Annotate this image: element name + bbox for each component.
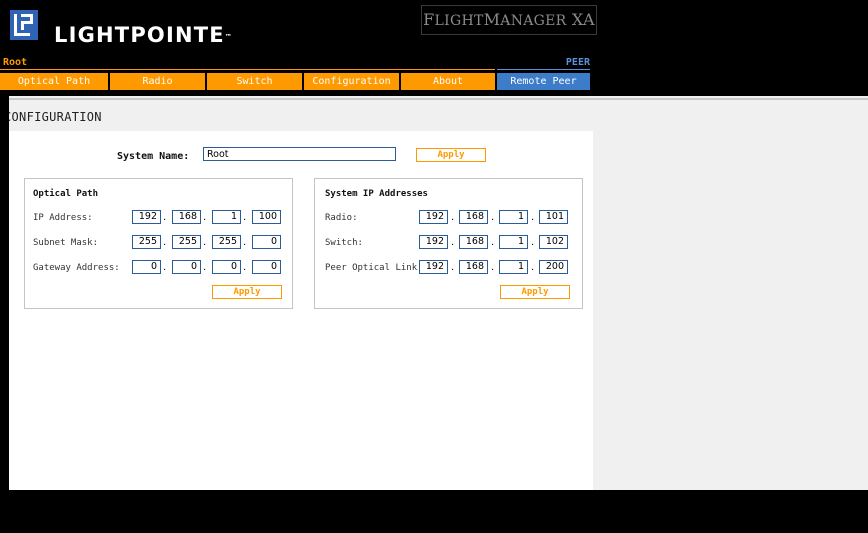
peer-label: PEER (565, 57, 590, 68)
header-divider (0, 98, 868, 100)
footer-left (0, 490, 9, 533)
tab-switch[interactable]: Switch (207, 73, 302, 90)
peer-link-octet-2[interactable]: 168 (459, 260, 488, 274)
gateway-octet-1[interactable]: 0 (132, 260, 161, 274)
tab-configuration[interactable]: Configuration (304, 73, 399, 90)
octet-dot: . (451, 262, 455, 273)
footer-bar (9, 490, 868, 533)
peer-optical-link-label: Peer Optical Link: (325, 263, 423, 273)
ip-address-octet-4[interactable]: 100 (252, 210, 281, 224)
octet-dot: . (451, 212, 455, 223)
octet-dot: . (531, 212, 535, 223)
radio-ip-octet-4[interactable]: 101 (539, 210, 568, 224)
octet-dot: . (491, 237, 495, 248)
octet-dot: . (163, 212, 167, 223)
subnet-mask-label: Subnet Mask: (33, 238, 99, 248)
octet-dot: . (203, 212, 207, 223)
octet-dot: . (203, 262, 207, 273)
radio-ip-octet-2[interactable]: 168 (459, 210, 488, 224)
octet-dot: . (531, 237, 535, 248)
tab-remote-peer[interactable]: Remote Peer (497, 73, 590, 90)
gateway-address-label: Gateway Address: (33, 263, 120, 273)
octet-dot: . (243, 212, 247, 223)
switch-ip-octet-1[interactable]: 192 (419, 235, 448, 249)
switch-ip-label: Switch: (325, 238, 363, 248)
tab-about[interactable]: About (401, 73, 495, 90)
ip-address-octet-1[interactable]: 192 (132, 210, 161, 224)
gateway-octet-2[interactable]: 0 (172, 260, 201, 274)
lightpointe-logo-icon (10, 10, 38, 40)
system-name-label: System Name: (117, 151, 190, 162)
lightpointe-logo: LIGHTPOINTE™ (10, 10, 250, 50)
product-name: FLIGHTMANAGER XA (421, 5, 597, 35)
octet-dot: . (163, 237, 167, 248)
peer-link-octet-1[interactable]: 192 (419, 260, 448, 274)
octet-dot: . (531, 262, 535, 273)
peer-link-octet-3[interactable]: 1 (499, 260, 528, 274)
subnet-mask-octet-2[interactable]: 255 (172, 235, 201, 249)
octet-dot: . (203, 237, 207, 248)
ip-address-octet-3[interactable]: 1 (212, 210, 241, 224)
root-underline (0, 69, 495, 70)
radio-ip-label: Radio: (325, 213, 358, 223)
root-label: Root (3, 57, 28, 68)
subnet-mask-octet-3[interactable]: 255 (212, 235, 241, 249)
gateway-octet-3[interactable]: 0 (212, 260, 241, 274)
switch-ip-octet-4[interactable]: 102 (539, 235, 568, 249)
gateway-octet-4[interactable]: 0 (252, 260, 281, 274)
octet-dot: . (243, 262, 247, 273)
ip-address-label: IP Address: (33, 213, 93, 223)
subnet-mask-octet-4[interactable]: 0 (252, 235, 281, 249)
page-title: CONFIGURATION (4, 110, 102, 124)
switch-ip-octet-2[interactable]: 168 (459, 235, 488, 249)
radio-ip-octet-3[interactable]: 1 (499, 210, 528, 224)
system-ip-title: System IP Addresses (325, 189, 428, 199)
octet-dot: . (491, 212, 495, 223)
octet-dot: . (163, 262, 167, 273)
system-name-apply-button[interactable]: Apply (416, 148, 486, 162)
ip-address-octet-2[interactable]: 168 (172, 210, 201, 224)
optical-path-apply-button[interactable]: Apply (212, 285, 282, 299)
radio-ip-octet-1[interactable]: 192 (419, 210, 448, 224)
tab-optical-path[interactable]: Optical Path (0, 73, 108, 90)
system-ip-apply-button[interactable]: Apply (500, 285, 570, 299)
subnet-mask-octet-1[interactable]: 255 (132, 235, 161, 249)
left-edge (0, 96, 9, 490)
peer-link-octet-4[interactable]: 200 (539, 260, 568, 274)
brand-name: LIGHTPOINTE™ (54, 23, 232, 47)
switch-ip-octet-3[interactable]: 1 (499, 235, 528, 249)
header-bar: LIGHTPOINTE™ FLIGHTMANAGER XA Root PEER … (0, 0, 868, 96)
octet-dot: . (491, 262, 495, 273)
octet-dot: . (243, 237, 247, 248)
optical-path-title: Optical Path (33, 189, 99, 199)
tab-radio[interactable]: Radio (110, 73, 205, 90)
octet-dot: . (451, 237, 455, 248)
peer-underline (497, 69, 590, 70)
system-name-input[interactable]: Root (203, 147, 396, 161)
